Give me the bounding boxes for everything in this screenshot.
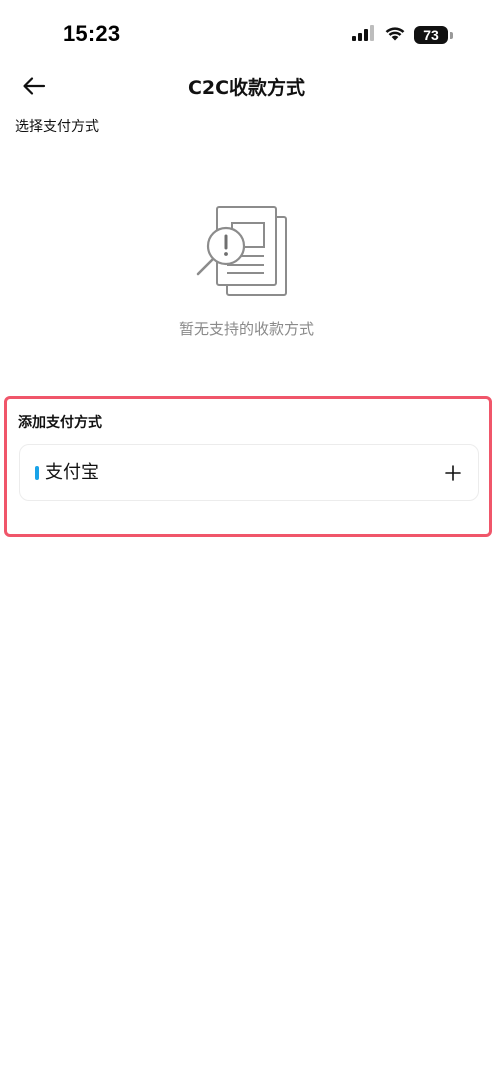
alipay-label: 支付宝 <box>45 462 99 483</box>
select-payment-method-label: 选择支付方式 <box>15 119 99 135</box>
battery-level: 73 <box>423 27 439 43</box>
status-icons: 73 <box>352 24 453 46</box>
battery-tip <box>450 31 453 39</box>
alipay-method-card[interactable]: 支付宝 <box>19 444 479 501</box>
battery-icon: 73 <box>414 26 448 44</box>
empty-state-message: 暂无支持的收款方式 <box>178 320 314 338</box>
add-payment-method-section: 添加支付方式 支付宝 <box>4 396 492 537</box>
add-payment-method-label: 添加支付方式 <box>18 415 102 431</box>
document-search-alert-icon <box>194 203 294 299</box>
screen: 15:23 73 C2C收款方式 选择支付方式 暂无支持的收款方式 添加支付方式… <box>0 0 493 1079</box>
alipay-marker <box>35 466 39 480</box>
plus-icon[interactable] <box>444 464 462 482</box>
page-title: C2C收款方式 <box>187 77 306 99</box>
cellular-signal-icon <box>352 25 376 45</box>
status-time: 15:23 <box>63 21 121 46</box>
wifi-icon <box>384 25 406 45</box>
nav-bar: C2C收款方式 <box>0 64 493 112</box>
status-bar: 15:23 73 <box>0 0 493 64</box>
